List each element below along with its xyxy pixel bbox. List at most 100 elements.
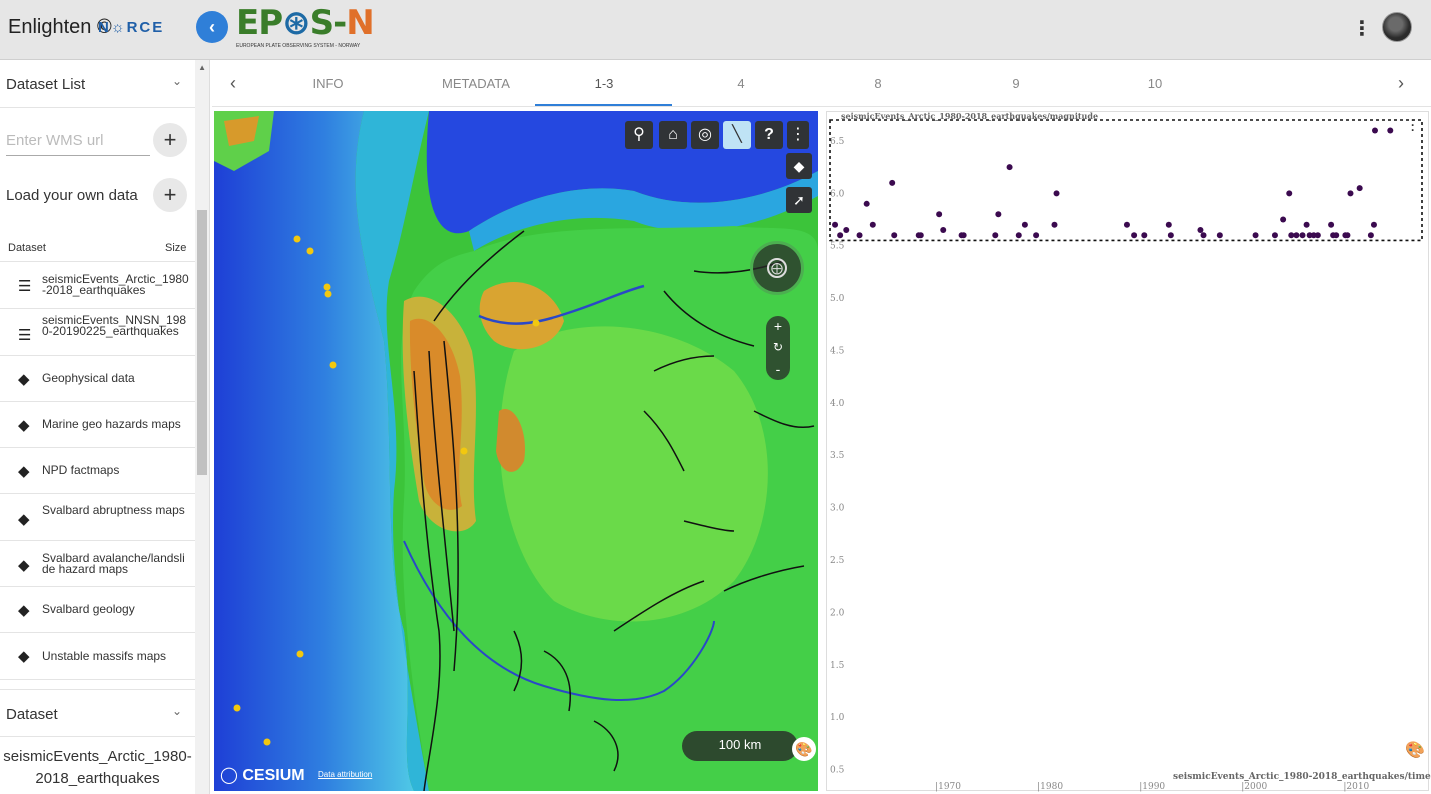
- data-point: [1165, 221, 1172, 228]
- data-point: [1387, 127, 1394, 134]
- y-tick-label: 2.5: [830, 556, 845, 566]
- compass-navigation[interactable]: ⨁: [750, 241, 804, 295]
- scatter-plot-panel[interactable]: 0.5 1.0 1.5 2.0 2.5 3.0 3.5 4.0 4.5 5.0 5.5 6.0 6.5 |…: [826, 111, 1431, 792]
- map-terrain: [214, 111, 818, 791]
- data-point: [1123, 221, 1130, 228]
- list-item-label: Unstable massifs maps: [42, 649, 167, 663]
- list-item-label: seismicEvents_NNSN_1980-20190225_earthqu…: [42, 313, 187, 338]
- sidebar: ▲ Dataset List ⌄ + Load your own data + …: [0, 60, 210, 794]
- y-tick-label: 1.0: [830, 713, 845, 723]
- list-item[interactable]: ☰ seismicEvents_Arctic_1980-2018_earthqu…: [0, 262, 195, 309]
- list-item[interactable]: ◆ Geophysical data: [0, 356, 195, 402]
- active-tab-indicator: [535, 104, 672, 106]
- data-point: [960, 232, 967, 239]
- data-point: [1197, 227, 1204, 233]
- zoom-reset-button[interactable]: ↻: [766, 340, 790, 354]
- column-dataset: Dataset: [8, 242, 46, 254]
- plus-icon: +: [163, 127, 177, 152]
- y-tick-label: 0.5: [830, 766, 845, 776]
- data-point: [843, 227, 850, 233]
- load-data-label: Load your own data: [6, 187, 138, 204]
- more-icon[interactable]: ⋮: [787, 121, 809, 149]
- dataset-table-header: Dataset Size: [0, 232, 195, 262]
- list-item[interactable]: ◆ Svalbard geology: [0, 587, 195, 633]
- tab-10[interactable]: 10: [1125, 76, 1185, 91]
- y-tick-label: 6.0: [830, 189, 845, 199]
- measure-icon[interactable]: ╲: [723, 121, 751, 149]
- data-point: [1216, 232, 1223, 239]
- list-item-label: Svalbard geology: [42, 602, 135, 616]
- tab-1-3[interactable]: 1-3: [574, 76, 634, 91]
- data-point: [832, 221, 839, 228]
- data-point: [1288, 232, 1295, 239]
- zoom-out-button[interactable]: -: [766, 361, 790, 377]
- data-point: [1006, 164, 1013, 171]
- globe-icon[interactable]: ◎: [691, 121, 719, 149]
- tab-metadata[interactable]: METADATA: [436, 76, 516, 91]
- data-attribution-link[interactable]: Data attribution: [318, 770, 372, 779]
- plus-icon: +: [163, 182, 177, 207]
- list-item[interactable]: ◆ Unstable massifs maps: [0, 633, 195, 680]
- chevron-down-icon: ⌄: [172, 74, 183, 88]
- list-item[interactable]: ◆ Svalbard abruptness maps: [0, 494, 195, 541]
- load-data-button[interactable]: +: [153, 178, 187, 212]
- x-tick-label: |1990: [1139, 782, 1165, 792]
- list-item-label: NPD factmaps: [42, 463, 120, 477]
- tabs-prev-icon[interactable]: ‹: [230, 73, 236, 94]
- tabs-next-icon[interactable]: ›: [1398, 73, 1404, 94]
- layers-icon: ◆: [18, 602, 30, 619]
- help-icon[interactable]: ?: [755, 121, 783, 149]
- map-viewer[interactable]: ⚲ ⌂ ◎ ╲ ? ⋮ ◆ ➚ ⨁ + ↻ - 100 km 🎨 ◯ CESIU…: [214, 111, 818, 791]
- tab-bar: ‹ INFO METADATA 1-3 4 8 9 10 ›: [212, 60, 1431, 107]
- dataset-list-header[interactable]: Dataset List ⌄: [0, 60, 195, 108]
- norce-logo: N☼RCE: [98, 19, 165, 36]
- list-item[interactable]: ☰ seismicEvents_NNSN_1980-20190225_earth…: [0, 309, 195, 356]
- tab-4[interactable]: 4: [711, 76, 771, 91]
- top-bar: Enlighten © N☼RCE ‹ EP⊛S-N EUROPEAN PLAT…: [0, 0, 1431, 60]
- tab-8[interactable]: 8: [848, 76, 908, 91]
- scrollbar-thumb[interactable]: [197, 210, 207, 475]
- layers-icon[interactable]: ◆: [786, 153, 812, 179]
- data-point: [1293, 232, 1300, 239]
- home-icon[interactable]: ⌂: [659, 121, 687, 149]
- y-tick-label: 6.5: [830, 137, 845, 147]
- wms-url-input[interactable]: [6, 126, 150, 156]
- zoom-in-button[interactable]: +: [766, 318, 790, 334]
- tab-9[interactable]: 9: [986, 76, 1046, 91]
- layers-icon: ◆: [18, 648, 30, 665]
- data-point: [1371, 127, 1378, 134]
- scroll-up-icon[interactable]: ▲: [198, 63, 206, 72]
- sidebar-scrollbar[interactable]: ▲: [195, 60, 209, 794]
- list-item[interactable]: ◆ NPD factmaps: [0, 448, 195, 494]
- table-icon: ☰: [18, 278, 32, 295]
- dataset-header[interactable]: Dataset ⌄: [0, 689, 195, 737]
- palette-icon[interactable]: 🎨: [792, 737, 816, 761]
- palette-icon[interactable]: 🎨: [1405, 740, 1425, 760]
- search-icon[interactable]: ⚲: [625, 121, 653, 149]
- list-item[interactable]: ◆ Svalbard avalanche/landslide hazard ma…: [0, 541, 195, 587]
- tab-info[interactable]: INFO: [298, 76, 358, 91]
- data-point: [1033, 232, 1040, 239]
- chevron-left-icon: ‹: [209, 17, 215, 37]
- add-wms-button[interactable]: +: [153, 123, 187, 157]
- data-point: [863, 200, 870, 207]
- plot-menu-icon[interactable]: · · ·: [1411, 114, 1415, 136]
- timeline-icon[interactable]: ➚: [786, 187, 812, 213]
- y-tick-label: 3.5: [830, 451, 845, 461]
- x-tick-label: |2010: [1343, 782, 1369, 792]
- data-point: [1053, 190, 1060, 197]
- data-point: [1344, 232, 1351, 239]
- chevron-down-icon: ⌄: [172, 704, 183, 718]
- data-point: [1303, 221, 1310, 228]
- more-menu-icon[interactable]: ⋮: [1352, 16, 1372, 41]
- scale-bar: 100 km: [682, 731, 798, 761]
- plot-title: seismicEvents_Arctic_1980-2018_earthquak…: [841, 111, 1099, 121]
- collapse-sidebar-button[interactable]: ‹: [196, 11, 228, 43]
- avatar[interactable]: [1382, 12, 1412, 42]
- list-item-label: Geophysical data: [42, 371, 135, 385]
- x-tick-label: |2000: [1241, 782, 1267, 792]
- y-tick-label: 3.0: [830, 504, 845, 514]
- y-tick-label: 5.5: [830, 242, 845, 252]
- list-item[interactable]: ◆ Marine geo hazards maps: [0, 402, 195, 448]
- selected-dataset-name: seismicEvents_Arctic_1980-2018_earthquak…: [3, 748, 192, 787]
